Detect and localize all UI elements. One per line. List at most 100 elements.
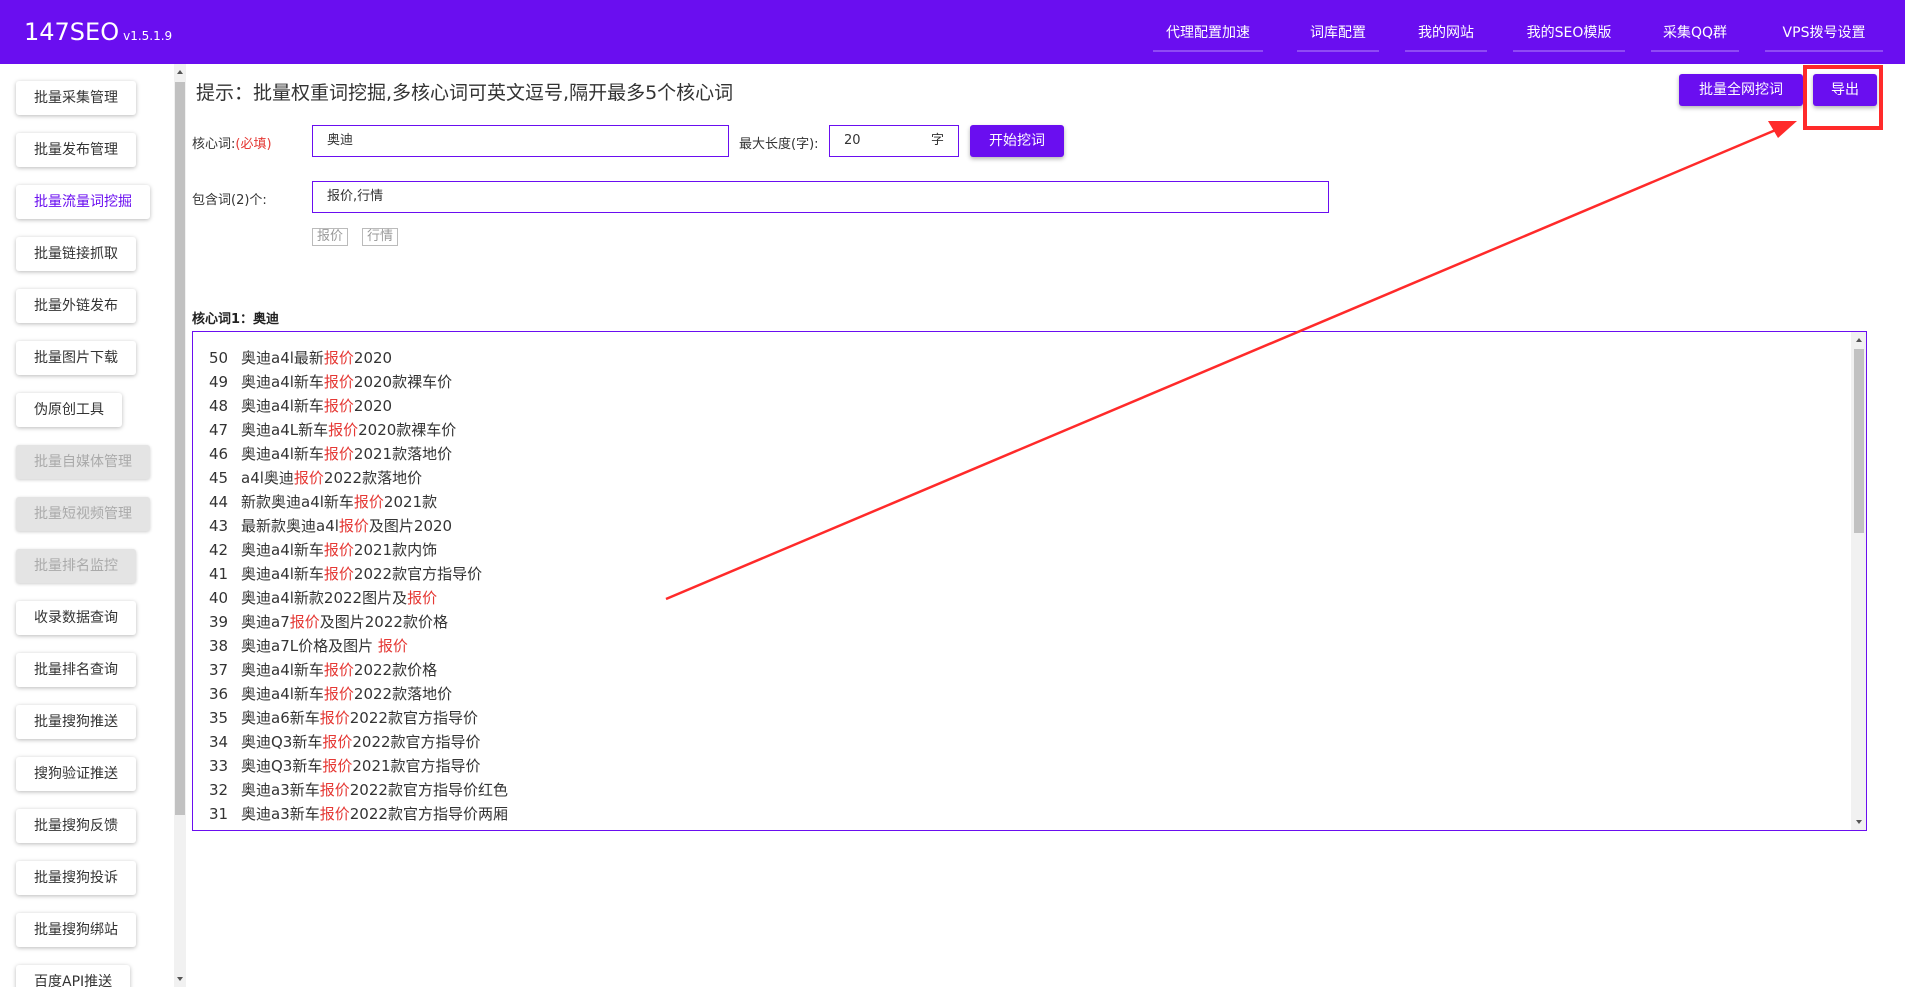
result-row-text: 奥迪a7L价格及图片	[241, 637, 378, 655]
sidebar-item-traffic-keywords[interactable]: 批量流量词挖掘	[16, 185, 150, 219]
nav-vps-dialup[interactable]: VPS拨号设置	[1757, 16, 1891, 52]
core-keyword-label-text: 核心词:	[192, 137, 236, 152]
result-row-text: 2022款落地价	[323, 469, 423, 487]
brand-name: 147SEO	[24, 18, 120, 46]
results-scrollbar[interactable]	[1851, 332, 1866, 830]
sidebar-item-pseudo-original[interactable]: 伪原创工具	[16, 393, 122, 427]
result-row-text: 奥迪a4l新车	[241, 445, 324, 463]
result-row-number: 44	[209, 493, 229, 511]
sidebar-item-link-crawl[interactable]: 批量链接抓取	[16, 237, 136, 271]
sidebar-item-short-video[interactable]: 批量短视频管理	[16, 497, 150, 531]
sidebar-item-sogou-bind[interactable]: 批量搜狗绑站	[16, 913, 136, 947]
result-row: 44 新款奥迪a4l新车报价2021款	[209, 490, 437, 514]
result-row: 43 最新款奥迪a4l报价及图片2020	[209, 514, 452, 538]
results-list[interactable]: 50 奥迪a4l最新报价2020 49 奥迪a4l新车报价2020款裸车价 48 奥迪a4…	[192, 331, 1867, 831]
max-length-label: 最大长度(字):	[739, 137, 819, 152]
include-words-input[interactable]: 报价,行情	[312, 181, 1329, 213]
result-row-text: 2020款裸车价	[358, 421, 457, 439]
sidebar-item-batch-publish[interactable]: 批量发布管理	[16, 133, 136, 167]
results-scroll-thumb[interactable]	[1854, 349, 1864, 533]
app-brand: 147SEO v1.5.1.9	[24, 18, 172, 46]
include-words-label: 包含词(2)个:	[192, 193, 267, 208]
result-row-number: 39	[209, 613, 229, 631]
caret-down-icon[interactable]	[1856, 820, 1862, 824]
max-length-unit: 字	[930, 133, 944, 148]
result-row-number: 43	[209, 517, 229, 535]
sidebar-item-rank-monitor[interactable]: 批量排名监控	[16, 549, 136, 583]
start-mining-button[interactable]: 开始挖词	[970, 125, 1064, 157]
result-row-number: 32	[209, 781, 229, 799]
result-row-number: 38	[209, 637, 229, 655]
result-row-number: 46	[209, 445, 229, 463]
result-row: 37 奥迪a4l新车报价2022款价格	[209, 658, 437, 682]
caret-up-icon[interactable]	[1856, 338, 1862, 342]
include-tag-baojia[interactable]: 报价	[312, 228, 349, 246]
caret-down-icon[interactable]	[177, 977, 183, 981]
result-row-text: 及图片2022款价格	[319, 613, 448, 631]
result-row: 45 a4l奥迪报价2022款落地价	[209, 466, 422, 490]
result-row-text: 2022款落地价	[353, 685, 453, 703]
nav-proxy-config[interactable]: 代理配置加速	[1145, 16, 1271, 52]
sidebar-item-backlink-publish[interactable]: 批量外链发布	[16, 289, 136, 323]
result-row-text: 2021款官方指导价	[352, 757, 481, 775]
sidebar-item-image-download[interactable]: 批量图片下载	[16, 341, 136, 375]
result-row-highlight: 报价	[407, 589, 438, 607]
result-row-text: 奥迪a4l新车	[241, 541, 324, 559]
result-row-highlight: 报价	[323, 397, 354, 415]
result-row-text: 2021款落地价	[353, 445, 453, 463]
result-row-text: 奥迪a4l新款2022图片及	[241, 589, 408, 607]
result-row-text: 奥迪a4l新车	[241, 397, 324, 415]
result-row-text: 2022款官方指导价	[352, 733, 481, 751]
result-row-highlight: 报价	[323, 445, 354, 463]
result-row-highlight: 报价	[319, 709, 350, 727]
result-row-highlight: 报价	[353, 493, 384, 511]
annotation-arrow-head	[1768, 121, 1797, 138]
result-row-number: 41	[209, 565, 229, 583]
sidebar-item-sogou-verify-push[interactable]: 搜狗验证推送	[16, 757, 136, 791]
core-keyword-input[interactable]: 奥迪	[312, 125, 729, 157]
result-row: 36 奥迪a4l新车报价2022款落地价	[209, 682, 452, 706]
result-row-text: 2022款官方指导价红色	[349, 781, 508, 799]
result-row-highlight: 报价	[323, 541, 354, 559]
nav-seo-templates[interactable]: 我的SEO模版	[1505, 16, 1633, 52]
result-row-text: 奥迪Q3新车	[241, 733, 323, 751]
max-length-input[interactable]: 20 字	[829, 125, 959, 157]
sidebar-item-media-manage[interactable]: 批量自媒体管理	[16, 445, 150, 479]
result-row-highlight: 报价	[322, 757, 353, 775]
result-row: 49 奥迪a4l新车报价2020款裸车价	[209, 370, 452, 394]
sidebar-scroll-thumb[interactable]	[175, 82, 185, 815]
sidebar-item-index-query[interactable]: 收录数据查询	[16, 601, 136, 635]
nav-qq-groups[interactable]: 采集QQ群	[1643, 16, 1747, 52]
caret-up-icon[interactable]	[177, 70, 183, 74]
sidebar-item-sogou-complaint[interactable]: 批量搜狗投诉	[16, 861, 136, 895]
result-row-text: 2021款	[383, 493, 438, 511]
result-row-text: 奥迪a4l新车	[241, 565, 324, 583]
core-keyword-section-title: 核心词1：奥迪	[192, 312, 280, 327]
sidebar-item-batch-collect[interactable]: 批量采集管理	[16, 81, 136, 115]
sidebar-item-sogou-push[interactable]: 批量搜狗推送	[16, 705, 136, 739]
sidebar-item-baidu-api-push[interactable]: 百度API推送	[16, 965, 131, 987]
app-version: v1.5.1.9	[123, 29, 173, 43]
result-row-highlight: 报价	[377, 637, 408, 655]
export-button[interactable]: 导出	[1813, 74, 1877, 106]
required-mark: (必填)	[235, 137, 272, 152]
result-row: 48 奥迪a4l新车报价2020	[209, 394, 392, 418]
result-row-highlight: 报价	[319, 781, 350, 799]
sidebar-item-sogou-feedback[interactable]: 批量搜狗反馈	[16, 809, 136, 843]
result-row-text: 2022款官方指导价	[353, 565, 483, 583]
batch-web-mining-button[interactable]: 批量全网挖词	[1679, 74, 1803, 106]
nav-my-sites[interactable]: 我的网站	[1397, 16, 1495, 52]
top-bar: 147SEO v1.5.1.9 代理配置加速 词库配置 我的网站 我的SEO模版 …	[0, 0, 1905, 64]
include-tag-hangqing[interactable]: 行情	[362, 228, 399, 246]
sidebar: 批量采集管理 批量发布管理 批量流量词挖掘 批量链接抓取 批量外链发布 批量图片…	[0, 64, 188, 987]
result-row-text: 奥迪a4L新车	[241, 421, 329, 439]
result-row: 47 奥迪a4L新车报价2020款裸车价	[209, 418, 456, 442]
nav-lexicon-config[interactable]: 词库配置	[1289, 16, 1387, 52]
sidebar-scrollbar[interactable]	[174, 64, 186, 987]
result-row-text: 2020款裸车价	[353, 373, 453, 391]
sidebar-item-rank-query[interactable]: 批量排名查询	[16, 653, 136, 687]
max-length-value: 20	[844, 133, 861, 148]
result-row: 35 奥迪a6新车报价2022款官方指导价	[209, 706, 478, 730]
result-row-highlight: 报价	[293, 469, 324, 487]
result-row-text: 奥迪a4l新车	[241, 661, 324, 679]
